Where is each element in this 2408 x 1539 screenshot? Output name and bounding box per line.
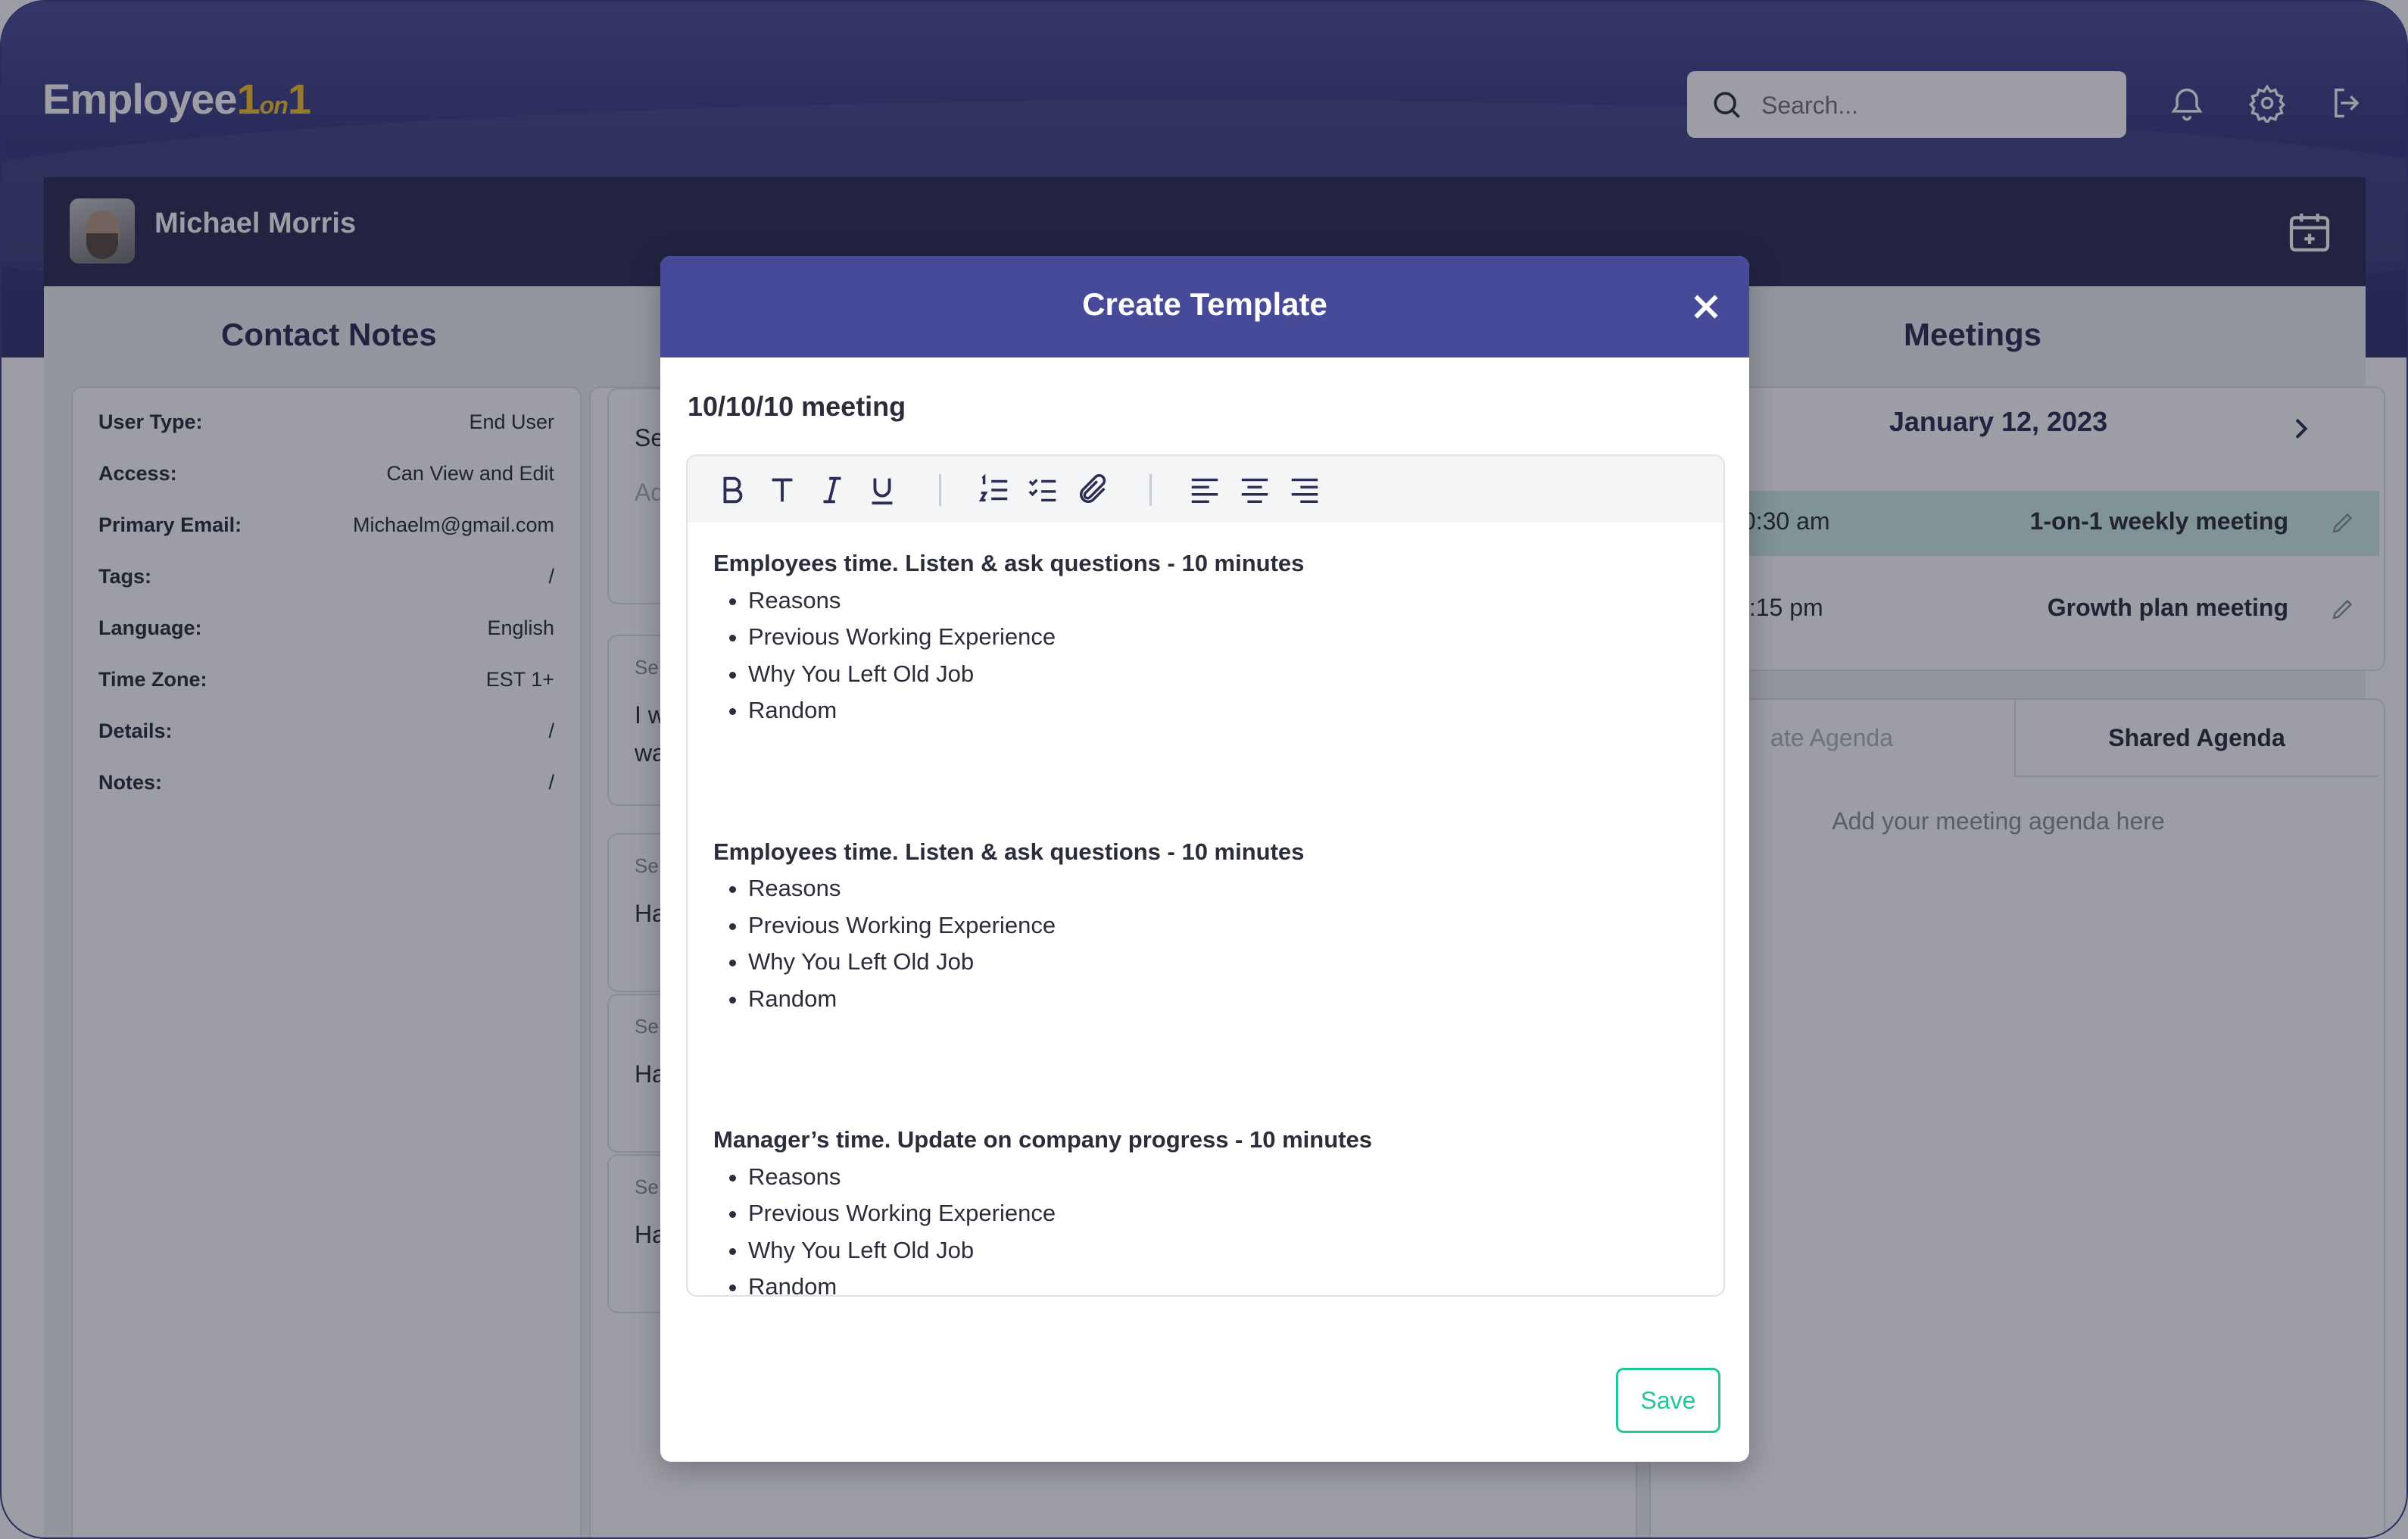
editor-content[interactable]: Employees time. Listen & ask questions -… bbox=[713, 545, 1698, 1295]
list-item: Previous Working Experience bbox=[748, 619, 1698, 656]
rich-text-editor[interactable]: Employees time. Listen & ask questions -… bbox=[686, 454, 1725, 1297]
align-left-icon[interactable] bbox=[1187, 473, 1222, 507]
modal-header: Create Template bbox=[660, 256, 1749, 357]
save-button[interactable]: Save bbox=[1616, 1368, 1720, 1433]
toolbar-divider bbox=[1149, 474, 1152, 506]
align-center-icon[interactable] bbox=[1237, 473, 1272, 507]
underline-icon[interactable] bbox=[865, 473, 900, 507]
create-template-modal: Create Template 10/10/10 meeting Employe… bbox=[660, 256, 1749, 1462]
list-item: Previous Working Experience bbox=[748, 1195, 1698, 1232]
list-item: Reasons bbox=[748, 1159, 1698, 1196]
align-right-icon[interactable] bbox=[1287, 473, 1322, 507]
section-heading: Manager’s time. Update on company progre… bbox=[713, 1126, 1372, 1153]
italic-icon[interactable] bbox=[815, 473, 850, 507]
list-item: Random bbox=[748, 692, 1698, 729]
section-heading: Employees time. Listen & ask questions -… bbox=[713, 550, 1305, 576]
editor-toolbar bbox=[688, 456, 1723, 523]
modal-title: Create Template bbox=[1082, 286, 1327, 322]
template-section: Employees time. Listen & ask questions -… bbox=[713, 834, 1698, 1018]
checklist-icon[interactable] bbox=[1025, 473, 1060, 507]
ordered-list-icon[interactable] bbox=[977, 473, 1012, 507]
list-item: Reasons bbox=[748, 870, 1698, 907]
list-item: Why You Left Old Job bbox=[748, 1232, 1698, 1269]
template-name[interactable]: 10/10/10 meeting bbox=[688, 391, 906, 423]
toolbar-divider bbox=[939, 474, 941, 506]
section-heading: Employees time. Listen & ask questions -… bbox=[713, 838, 1305, 865]
list-item: Why You Left Old Job bbox=[748, 656, 1698, 693]
template-section: Employees time. Listen & ask questions -… bbox=[713, 545, 1698, 729]
close-icon[interactable] bbox=[1686, 286, 1726, 327]
bold-icon[interactable] bbox=[715, 473, 750, 507]
template-section: Manager’s time. Update on company progre… bbox=[713, 1122, 1698, 1295]
text-icon[interactable] bbox=[765, 473, 800, 507]
paperclip-icon[interactable] bbox=[1075, 473, 1110, 507]
list-item: Random bbox=[748, 1269, 1698, 1295]
list-item: Reasons bbox=[748, 582, 1698, 620]
list-item: Previous Working Experience bbox=[748, 907, 1698, 944]
list-item: Why You Left Old Job bbox=[748, 944, 1698, 981]
list-item: Random bbox=[748, 981, 1698, 1018]
